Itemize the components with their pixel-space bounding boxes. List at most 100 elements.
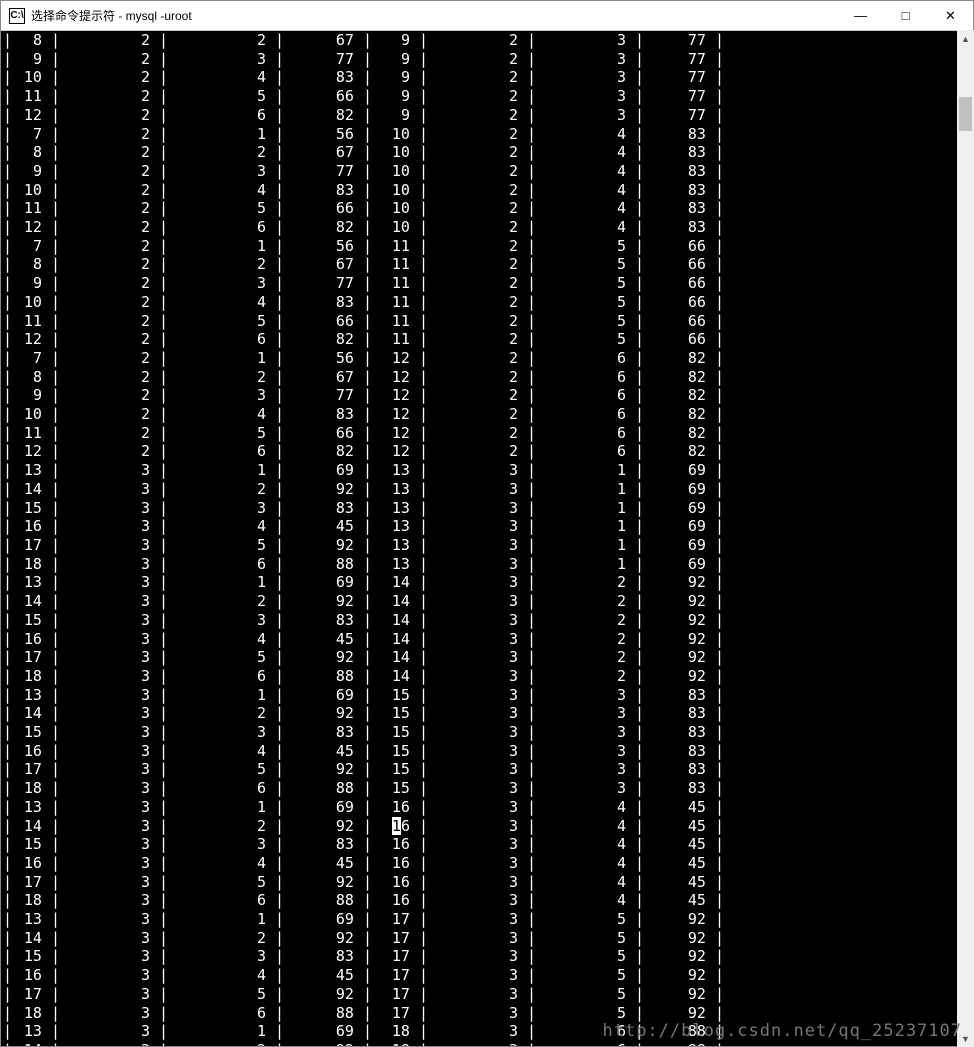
cell: 6 — [167, 218, 275, 237]
column-separator: | — [275, 648, 283, 667]
cell: 17 — [371, 985, 419, 1004]
cell: 83 — [283, 835, 363, 854]
column-separator: | — [527, 555, 535, 574]
cell: 5 — [535, 237, 635, 256]
column-separator: | — [635, 555, 643, 574]
column-separator: | — [635, 480, 643, 499]
table-row: |9 |2 |3 |77 |9 |2 |3 |77 | — [3, 50, 973, 69]
column-separator: | — [275, 125, 283, 144]
maximize-button[interactable]: □ — [883, 1, 928, 30]
column-separator: | — [3, 293, 11, 312]
cell: 14 — [11, 480, 51, 499]
cell: 5 — [535, 985, 635, 1004]
cell: 88 — [283, 667, 363, 686]
cell: 14 — [11, 929, 51, 948]
table-row: |17 |3 |5 |92 |13 |3 |1 |69 | — [3, 536, 973, 555]
column-separator: | — [363, 648, 371, 667]
cell: 13 — [11, 910, 51, 929]
cell: 92 — [643, 966, 715, 985]
cell: 13 — [371, 517, 419, 536]
vertical-scrollbar[interactable]: ▲ ▼ — [957, 30, 974, 1047]
column-separator: | — [159, 723, 167, 742]
column-separator: | — [363, 517, 371, 536]
minimize-button[interactable]: — — [838, 1, 883, 30]
column-separator: | — [715, 648, 723, 667]
column-separator: | — [715, 891, 723, 910]
column-separator: | — [51, 966, 59, 985]
column-separator: | — [51, 947, 59, 966]
close-button[interactable]: ✕ — [928, 1, 973, 30]
column-separator: | — [635, 929, 643, 948]
cell: 3 — [427, 1004, 527, 1023]
cell: 83 — [643, 218, 715, 237]
column-separator: | — [275, 798, 283, 817]
cell: 92 — [283, 592, 363, 611]
scrollbar-thumb[interactable] — [959, 97, 972, 131]
scroll-down-arrow-icon[interactable]: ▼ — [957, 1030, 974, 1047]
scrollbar-track[interactable] — [957, 47, 974, 1030]
cell: 2 — [427, 330, 527, 349]
cell: 3 — [535, 760, 635, 779]
column-separator: | — [363, 798, 371, 817]
column-separator: | — [363, 293, 371, 312]
column-separator: | — [363, 966, 371, 985]
scroll-up-arrow-icon[interactable]: ▲ — [957, 30, 974, 47]
column-separator: | — [3, 50, 11, 69]
column-separator: | — [159, 405, 167, 424]
column-separator: | — [363, 386, 371, 405]
window-title: 选择命令提示符 - mysql -uroot — [31, 7, 838, 24]
column-separator: | — [275, 386, 283, 405]
cell: 83 — [643, 686, 715, 705]
column-separator: | — [51, 237, 59, 256]
cell: 3 — [427, 742, 527, 761]
cell: 56 — [283, 237, 363, 256]
column-separator: | — [275, 854, 283, 873]
cell: 9 — [371, 87, 419, 106]
column-separator: | — [419, 218, 427, 237]
column-separator: | — [51, 779, 59, 798]
cell: 6 — [167, 779, 275, 798]
console-area[interactable]: |8 |2 |2 |67 |9 |2 |3 |77 ||9 |2 |3 |77 … — [1, 31, 973, 1046]
column-separator: | — [419, 442, 427, 461]
cell: 3 — [59, 686, 159, 705]
cell: 13 — [371, 461, 419, 480]
column-separator: | — [159, 573, 167, 592]
column-separator: | — [3, 704, 11, 723]
cell: 10 — [371, 162, 419, 181]
cell: 92 — [283, 1041, 363, 1046]
column-separator: | — [635, 704, 643, 723]
console-text[interactable]: |8 |2 |2 |67 |9 |2 |3 |77 ||9 |2 |3 |77 … — [3, 31, 973, 1046]
column-separator: | — [3, 162, 11, 181]
column-separator: | — [635, 274, 643, 293]
column-separator: | — [363, 125, 371, 144]
cell: 3 — [427, 517, 527, 536]
column-separator: | — [3, 929, 11, 948]
column-separator: | — [51, 555, 59, 574]
titlebar[interactable]: C:\ 选择命令提示符 - mysql -uroot — □ ✕ — [1, 1, 973, 31]
column-separator: | — [159, 480, 167, 499]
cell: 12 — [371, 405, 419, 424]
app-window: C:\ 选择命令提示符 - mysql -uroot — □ ✕ |8 |2 |… — [0, 0, 974, 1047]
column-separator: | — [363, 536, 371, 555]
cell: 3 — [167, 386, 275, 405]
cell: 2 — [59, 181, 159, 200]
column-separator: | — [51, 891, 59, 910]
table-row: |12 |2 |6 |82 |11 |2 |5 |66 | — [3, 330, 973, 349]
column-separator: | — [3, 760, 11, 779]
column-separator: | — [419, 349, 427, 368]
column-separator: | — [159, 742, 167, 761]
column-separator: | — [635, 68, 643, 87]
cell: 15 — [11, 723, 51, 742]
cell: 56 — [283, 349, 363, 368]
column-separator: | — [363, 760, 371, 779]
cell: 16 — [11, 966, 51, 985]
cell: 82 — [643, 368, 715, 387]
column-separator: | — [715, 442, 723, 461]
cell: 2 — [535, 573, 635, 592]
column-separator: | — [275, 517, 283, 536]
column-separator: | — [159, 760, 167, 779]
cell: 66 — [283, 199, 363, 218]
column-separator: | — [3, 218, 11, 237]
column-separator: | — [3, 536, 11, 555]
column-separator: | — [715, 1022, 723, 1041]
